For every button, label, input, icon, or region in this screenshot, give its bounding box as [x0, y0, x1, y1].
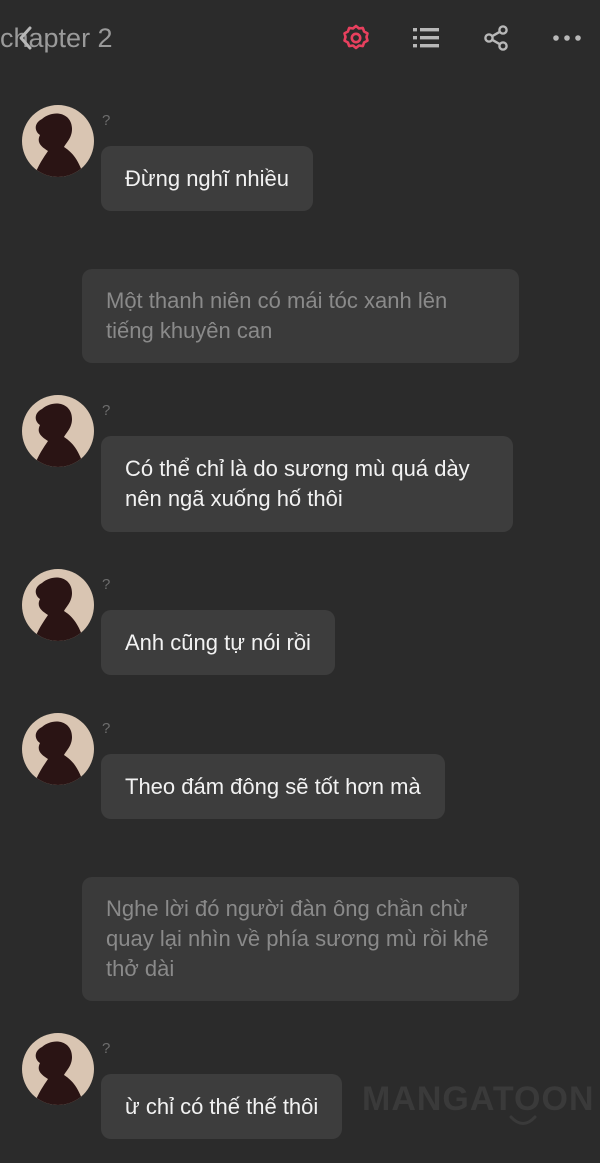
- share-icon: [482, 24, 510, 52]
- more-options-button[interactable]: [546, 0, 588, 76]
- silhouette-icon: [34, 1041, 84, 1105]
- avatar[interactable]: [22, 105, 94, 177]
- avatar[interactable]: [22, 713, 94, 785]
- back-arrow-icon: [15, 23, 37, 53]
- avatar[interactable]: [22, 395, 94, 467]
- more-icon: [552, 33, 582, 43]
- list-icon: [412, 25, 440, 51]
- watermark-smile-icon: [508, 1114, 538, 1128]
- avatar[interactable]: [22, 569, 94, 641]
- dialogue-bubble: ừ chỉ có thế thế thôi: [101, 1074, 343, 1139]
- character-name: ?: [102, 576, 111, 593]
- silhouette-icon: [34, 577, 84, 641]
- narration-text: Một thanh niên có mái tóc xanh lên tiếng…: [106, 288, 448, 343]
- narration-bubble: Nghe lời đó người đàn ông chần chừ quay …: [82, 877, 519, 1001]
- back-button[interactable]: [6, 0, 46, 76]
- watermark: MANGATOON: [362, 1080, 595, 1118]
- character-name: ?: [102, 402, 111, 419]
- character-name: ?: [102, 112, 111, 129]
- character-name: ?: [102, 720, 111, 737]
- silhouette-icon: [34, 403, 84, 467]
- top-bar: chapter 2: [0, 0, 600, 76]
- share-button[interactable]: [476, 0, 516, 76]
- dialogue-text: Theo đám đông sẽ tốt hơn mà: [125, 773, 421, 799]
- dialogue-bubble: Theo đám đông sẽ tốt hơn mà: [101, 754, 445, 819]
- dialogue-text: Đừng nghĩ nhiều: [125, 165, 289, 191]
- dialogue-bubble: Có thể chỉ là do sương mù quá dày nên ng…: [101, 436, 513, 532]
- narration-text: Nghe lời đó người đàn ông chần chừ quay …: [106, 896, 489, 981]
- chapter-list-button[interactable]: [406, 0, 446, 76]
- avatar[interactable]: [22, 1033, 94, 1105]
- settings-button[interactable]: [336, 0, 376, 76]
- dialogue-text: ừ chỉ có thế thế thôi: [125, 1093, 319, 1119]
- dialogue-text: Có thể chỉ là do sương mù quá dày nên ng…: [125, 456, 470, 511]
- narration-bubble: Một thanh niên có mái tóc xanh lên tiếng…: [82, 269, 519, 363]
- gear-icon: [341, 23, 371, 53]
- dialogue-text: Anh cũng tự nói rồi: [125, 629, 311, 655]
- silhouette-icon: [34, 721, 84, 785]
- dialogue-bubble: Anh cũng tự nói rồi: [101, 610, 335, 675]
- silhouette-icon: [34, 113, 84, 177]
- dialogue-bubble: Đừng nghĩ nhiều: [101, 146, 313, 211]
- character-name: ?: [102, 1040, 111, 1057]
